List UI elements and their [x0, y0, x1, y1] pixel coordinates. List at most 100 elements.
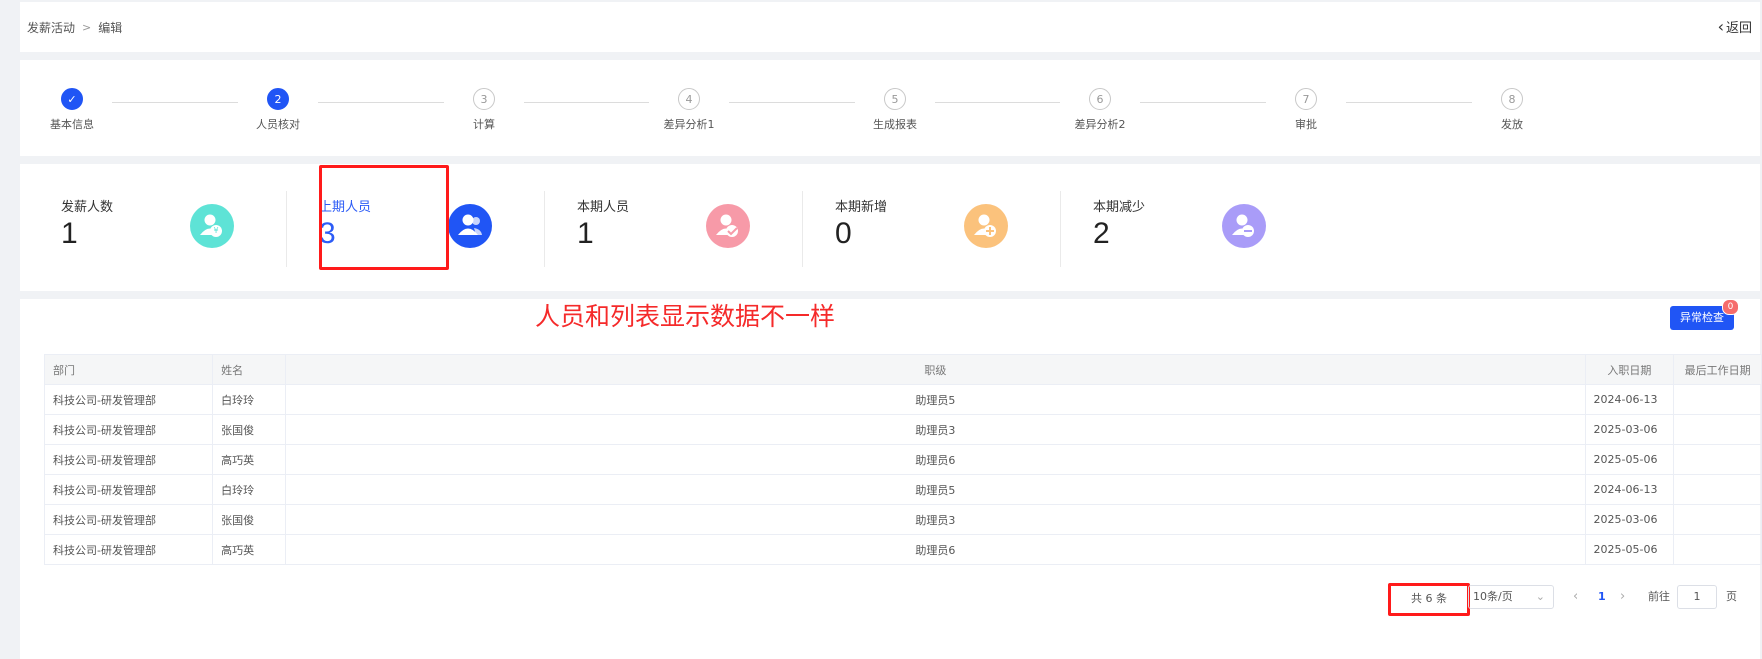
step-number: 3 — [473, 88, 495, 110]
step-7[interactable]: 7 审批 — [1246, 88, 1366, 132]
cell-last-work-date — [1673, 504, 1762, 535]
user-check-icon — [706, 204, 750, 248]
user-add-icon — [964, 204, 1008, 248]
back-button[interactable]: ‹ 返回 — [1718, 17, 1752, 36]
stat-card-4[interactable]: 本期新增 0 — [835, 196, 887, 251]
cell-department: 科技公司-研发管理部 — [43, 384, 214, 415]
step-2[interactable]: 2 人员核对 — [218, 88, 338, 132]
step-label: 基本信息 — [50, 118, 94, 131]
page-number-current[interactable]: 1 — [1598, 585, 1606, 609]
table-row[interactable]: 科技公司-研发管理部 白玲玲 助理员5 2024-06-13 — [43, 384, 1762, 415]
next-page-button[interactable]: › — [1620, 585, 1625, 609]
step-number: 8 — [1501, 88, 1523, 110]
cell-department: 科技公司-研发管理部 — [43, 534, 214, 565]
cell-name: 高巧英 — [212, 534, 287, 565]
stat-title: 本期人员 — [577, 200, 630, 215]
step-label: 发放 — [1501, 118, 1523, 131]
cell-last-work-date — [1673, 414, 1762, 445]
pagination: 共 6 条 — [1395, 585, 1447, 611]
cell-department: 科技公司-研发管理部 — [43, 414, 214, 445]
user-money-icon: ¥ — [190, 204, 234, 248]
column-header-hire-date[interactable]: 入职日期 — [1584, 354, 1675, 385]
chevron-down-icon: ⌄ — [1535, 590, 1545, 603]
step-number: 5 — [884, 88, 906, 110]
cell-department: 科技公司-研发管理部 — [43, 474, 214, 505]
abnormal-count-badge: 0 — [1722, 299, 1739, 315]
table-row[interactable]: 科技公司-研发管理部 张国俊 助理员3 2025-03-06 — [43, 414, 1762, 445]
cell-rank: 助理员5 — [285, 474, 1586, 505]
table-row[interactable]: 科技公司-研发管理部 张国俊 助理员3 2025-03-06 — [43, 504, 1762, 535]
cell-hire-date: 2025-05-06 — [1584, 444, 1675, 475]
stat-card-1[interactable]: 发薪人数 1 — [61, 196, 113, 251]
cell-hire-date: 2024-06-13 — [1584, 384, 1675, 415]
step-check-icon: ✓ — [61, 88, 83, 110]
cell-rank: 助理员3 — [285, 504, 1586, 535]
cell-rank: 助理员6 — [285, 534, 1586, 565]
goto-label: 前往 — [1648, 590, 1670, 603]
table-row[interactable]: 科技公司-研发管理部 高巧英 助理员6 2025-05-06 — [43, 534, 1762, 565]
cell-name: 高巧英 — [212, 444, 287, 475]
breadcrumb-separator-icon: > — [82, 21, 92, 34]
page-size-value: 10条/页 — [1473, 590, 1513, 603]
stat-divider — [544, 191, 545, 267]
stats-panel: 发薪人数 1 ¥ 上期人员 3 本期人员 1 本期新增 0 本期减少 2 — [20, 164, 1760, 291]
step-4[interactable]: 4 差异分析1 — [629, 88, 749, 132]
user-minus-icon — [1222, 204, 1266, 248]
annotation-text: 人员和列表显示数据不一样 — [535, 302, 836, 331]
table-header-row: 部门 姓名 职级 入职日期 最后工作日期 — [43, 354, 1762, 385]
stat-value: 2 — [1093, 217, 1110, 250]
step-progress: ✓ 基本信息 2 人员核对 3 计算 4 差异分析1 5 生成报表 6 差异分析2 7 审批 8 发放 — [20, 60, 1760, 156]
step-5[interactable]: 5 生成报表 — [835, 88, 955, 132]
cell-rank: 助理员5 — [285, 384, 1586, 415]
breadcrumb: 发薪活动 > 编辑 — [27, 19, 122, 36]
stat-card-3[interactable]: 本期人员 1 — [577, 196, 629, 251]
step-label: 差异分析1 — [663, 118, 715, 131]
step-label: 生成报表 — [873, 118, 917, 131]
back-label: 返回 — [1725, 21, 1752, 36]
stat-divider — [1060, 191, 1061, 267]
column-header-rank[interactable]: 职级 — [285, 354, 1586, 385]
cell-name: 张国俊 — [212, 414, 287, 445]
cell-hire-date: 2025-03-06 — [1584, 504, 1675, 535]
page-size-select[interactable]: 10条/页 ⌄ — [1468, 585, 1554, 609]
table-row[interactable]: 科技公司-研发管理部 高巧英 助理员6 2025-05-06 — [43, 444, 1762, 475]
stat-value: 1 — [61, 217, 78, 250]
cell-hire-date: 2025-03-06 — [1584, 414, 1675, 445]
stat-card-5[interactable]: 本期减少 2 — [1093, 196, 1145, 251]
step-number: 6 — [1089, 88, 1111, 110]
chevron-left-icon: ‹ — [1717, 16, 1724, 36]
prev-page-button[interactable]: ‹ — [1573, 585, 1578, 609]
cell-rank: 助理员6 — [285, 444, 1586, 475]
column-header-name[interactable]: 姓名 — [212, 354, 287, 385]
cell-last-work-date — [1673, 444, 1762, 475]
cell-last-work-date — [1673, 534, 1762, 565]
step-3[interactable]: 3 计算 — [424, 88, 544, 132]
goto-page-input[interactable]: 1 — [1677, 585, 1717, 609]
step-8[interactable]: 8 发放 — [1452, 88, 1572, 132]
cell-department: 科技公司-研发管理部 — [43, 444, 214, 475]
highlight-box-previous-staff — [319, 165, 449, 270]
svg-text:¥: ¥ — [213, 226, 218, 235]
stat-value: 1 — [577, 217, 594, 250]
cell-name: 白玲玲 — [212, 384, 287, 415]
column-header-department[interactable]: 部门 — [43, 354, 214, 385]
breadcrumb-item-payroll[interactable]: 发薪活动 — [27, 19, 75, 36]
cell-hire-date: 2024-06-13 — [1584, 474, 1675, 505]
stat-title: 本期新增 — [835, 200, 888, 215]
column-header-last-work-date[interactable]: 最后工作日期 — [1673, 354, 1762, 385]
stat-title: 本期减少 — [1093, 200, 1146, 215]
stat-title: 发薪人数 — [61, 200, 114, 215]
cell-name: 张国俊 — [212, 504, 287, 535]
users-icon — [448, 204, 492, 248]
stat-divider — [286, 191, 287, 267]
step-6[interactable]: 6 差异分析2 — [1040, 88, 1160, 132]
table-row[interactable]: 科技公司-研发管理部 白玲玲 助理员5 2024-06-13 — [43, 474, 1762, 505]
step-label: 差异分析2 — [1074, 118, 1126, 131]
step-label: 计算 — [473, 118, 495, 131]
cell-last-work-date — [1673, 474, 1762, 505]
step-1[interactable]: ✓ 基本信息 — [12, 88, 132, 132]
step-label: 审批 — [1295, 118, 1317, 131]
cell-rank: 助理员3 — [285, 414, 1586, 445]
cell-hire-date: 2025-05-06 — [1584, 534, 1675, 565]
cell-department: 科技公司-研发管理部 — [43, 504, 214, 535]
